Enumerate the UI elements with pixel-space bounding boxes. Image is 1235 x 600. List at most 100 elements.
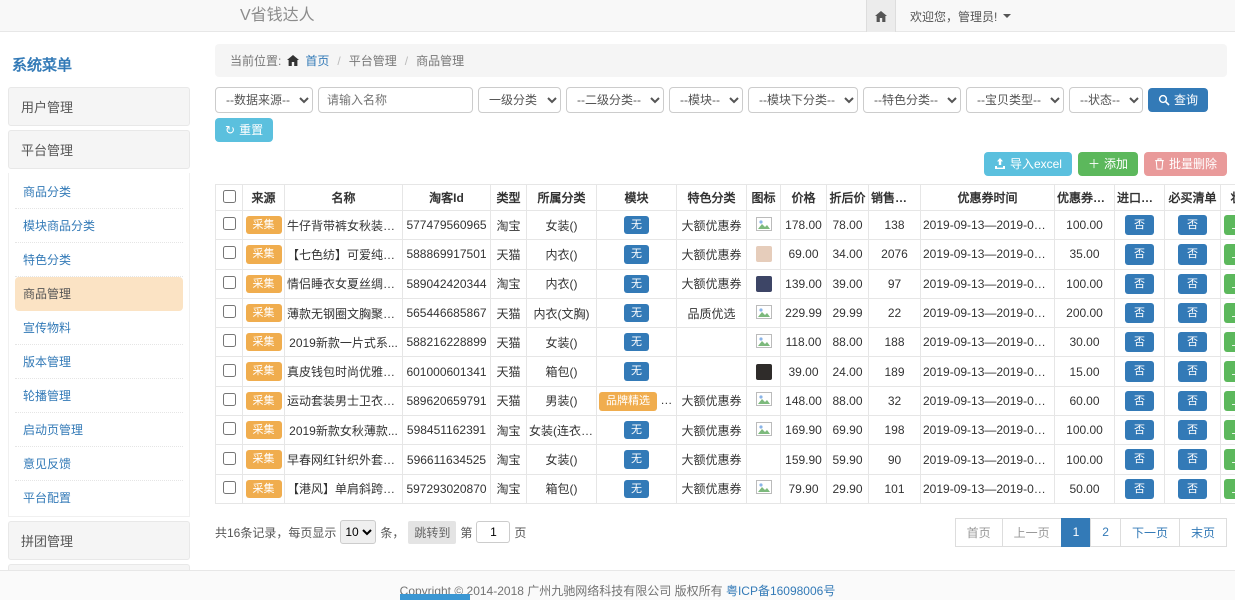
status-badge[interactable]: 上架 — [1224, 244, 1235, 264]
import-select-badge[interactable]: 否 — [1125, 420, 1154, 440]
row-checkbox[interactable] — [223, 452, 236, 465]
row-checkbox[interactable] — [223, 364, 236, 377]
search-button[interactable]: 查询 — [1148, 88, 1208, 112]
status-badge[interactable]: 上架 — [1224, 479, 1235, 499]
filter-select-8[interactable]: --状态-- — [1069, 87, 1143, 113]
sidebar-item-3[interactable]: 省惠快报 — [8, 564, 190, 570]
must-buy-badge[interactable]: 否 — [1178, 215, 1207, 235]
status-badge[interactable]: 上架 — [1224, 274, 1235, 294]
row-checkbox[interactable] — [223, 276, 236, 289]
sales-cell: 198 — [869, 416, 921, 445]
status-badge[interactable]: 上架 — [1224, 303, 1235, 323]
sales-cell: 32 — [869, 386, 921, 415]
status-badge[interactable]: 上架 — [1224, 449, 1235, 469]
import-excel-button[interactable]: 导入excel — [984, 152, 1072, 176]
column-header-7: 图标 — [747, 185, 781, 211]
discount-price-cell: 29.90 — [827, 474, 869, 503]
per-page-select[interactable]: 10 — [340, 520, 376, 544]
must-buy-cell: 否 — [1165, 269, 1221, 298]
filter-select-0[interactable]: --数据来源-- — [215, 87, 313, 113]
product-thumbnail — [756, 276, 772, 292]
sidebar-subitem-9[interactable]: 平台配置 — [15, 481, 183, 514]
module-cell: 无 — [597, 328, 677, 357]
breadcrumb-home-link[interactable]: 首页 — [305, 52, 329, 69]
sidebar-subitem-3[interactable]: 商品管理 — [15, 277, 183, 311]
sidebar-subitem-6[interactable]: 轮播管理 — [15, 379, 183, 413]
filter-select-7[interactable]: --宝贝类型-- — [966, 87, 1064, 113]
must-buy-badge[interactable]: 否 — [1178, 303, 1207, 323]
import-select-badge[interactable]: 否 — [1125, 244, 1154, 264]
jump-page-input[interactable] — [476, 521, 510, 543]
import-select-badge[interactable]: 否 — [1125, 303, 1154, 323]
name-search-input[interactable] — [318, 87, 473, 113]
import-select-cell: 否 — [1115, 357, 1165, 386]
must-buy-badge[interactable]: 否 — [1178, 244, 1207, 264]
add-button[interactable]: ＋ 添加 — [1078, 152, 1138, 176]
status-cell: 上架 — [1221, 298, 1235, 327]
must-buy-badge[interactable]: 否 — [1178, 391, 1207, 411]
user-menu[interactable]: 欢迎您，管理员! — [896, 0, 1025, 32]
filter-select-5[interactable]: --模块下分类-- — [748, 87, 858, 113]
select-all-checkbox[interactable] — [223, 190, 236, 203]
feature-cell: 大额优惠券 — [677, 386, 747, 415]
import-select-badge[interactable]: 否 — [1125, 332, 1154, 352]
must-buy-badge[interactable]: 否 — [1178, 361, 1207, 381]
column-header-10: 销售数量 — [869, 185, 921, 211]
page-button-首页[interactable]: 首页 — [955, 518, 1003, 547]
filter-select-4[interactable]: --模块-- — [669, 87, 743, 113]
row-checkbox[interactable] — [223, 305, 236, 318]
sidebar-subitem-0[interactable]: 商品分类 — [15, 175, 183, 209]
row-checkbox[interactable] — [223, 481, 236, 494]
batch-delete-button[interactable]: 批量删除 — [1144, 152, 1227, 176]
reset-button[interactable]: ↻ 重置 — [215, 118, 273, 142]
row-checkbox[interactable] — [223, 393, 236, 406]
icp-link[interactable]: 粤ICP备16098006号 — [726, 584, 835, 598]
import-select-badge[interactable]: 否 — [1125, 361, 1154, 381]
sidebar-subitem-8[interactable]: 意见反馈 — [15, 447, 183, 481]
page-button-2[interactable]: 2 — [1090, 518, 1121, 547]
must-buy-badge[interactable]: 否 — [1178, 449, 1207, 469]
status-badge[interactable]: 上架 — [1224, 420, 1235, 440]
row-select-cell — [216, 328, 243, 357]
taoke-id-cell: 565446685867 — [403, 298, 491, 327]
page-button-1[interactable]: 1 — [1061, 518, 1092, 547]
page-button-下一页[interactable]: 下一页 — [1120, 518, 1180, 547]
status-badge[interactable]: 上架 — [1224, 215, 1235, 235]
must-buy-badge[interactable]: 否 — [1178, 420, 1207, 440]
must-buy-badge[interactable]: 否 — [1178, 479, 1207, 499]
price-cell: 118.00 — [781, 328, 827, 357]
import-select-badge[interactable]: 否 — [1125, 479, 1154, 499]
row-checkbox[interactable] — [223, 217, 236, 230]
type-cell: 天猫 — [491, 298, 527, 327]
must-buy-badge[interactable]: 否 — [1178, 332, 1207, 352]
sidebar-subitem-2[interactable]: 特色分类 — [15, 243, 183, 277]
sidebar-subitem-5[interactable]: 版本管理 — [15, 345, 183, 379]
must-buy-badge[interactable]: 否 — [1178, 274, 1207, 294]
type-cell: 淘宝 — [491, 269, 527, 298]
sidebar-subitem-7[interactable]: 启动页管理 — [15, 413, 183, 447]
row-checkbox[interactable] — [223, 246, 236, 259]
row-checkbox[interactable] — [223, 422, 236, 435]
home-button[interactable] — [866, 0, 896, 32]
sidebar-item-0[interactable]: 用户管理 — [8, 87, 190, 126]
sidebar-item-1[interactable]: 平台管理 — [8, 130, 190, 169]
page-button-末页[interactable]: 末页 — [1179, 518, 1227, 547]
sidebar-item-2[interactable]: 拼团管理 — [8, 521, 190, 560]
must-buy-cell: 否 — [1165, 211, 1221, 240]
page-button-上一页[interactable]: 上一页 — [1002, 518, 1062, 547]
chevron-down-icon — [1003, 14, 1011, 18]
import-select-badge[interactable]: 否 — [1125, 215, 1154, 235]
source-badge: 采集 — [246, 392, 282, 410]
status-badge[interactable]: 上架 — [1224, 391, 1235, 411]
filter-select-6[interactable]: --特色分类-- — [863, 87, 961, 113]
status-badge[interactable]: 上架 — [1224, 332, 1235, 352]
filter-select-2[interactable]: 一级分类 — [478, 87, 561, 113]
status-badge[interactable]: 上架 — [1224, 361, 1235, 381]
filter-select-3[interactable]: --二级分类-- — [566, 87, 664, 113]
import-select-badge[interactable]: 否 — [1125, 391, 1154, 411]
sidebar-subitem-1[interactable]: 模块商品分类 — [15, 209, 183, 243]
sidebar-subitem-4[interactable]: 宣传物料 — [15, 311, 183, 345]
import-select-badge[interactable]: 否 — [1125, 274, 1154, 294]
import-select-badge[interactable]: 否 — [1125, 449, 1154, 469]
row-checkbox[interactable] — [223, 334, 236, 347]
